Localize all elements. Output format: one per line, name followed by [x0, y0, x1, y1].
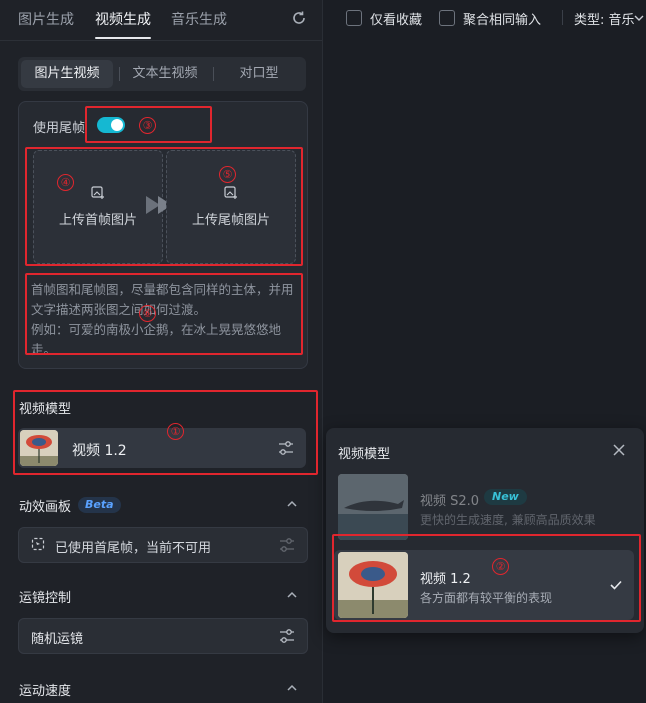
- tab-music-generation[interactable]: 音乐生成: [171, 9, 227, 29]
- motion-speed-title: 运动速度: [19, 684, 72, 699]
- annotation-box-uploads: [25, 147, 303, 266]
- mode-segmented-control: 图片生视频 文本生视频 对口型: [18, 57, 306, 91]
- model-option-name: 视频 S2.0: [420, 494, 480, 509]
- model-thumbnail: [338, 474, 408, 540]
- type-filter-dropdown[interactable]: 类型: 音乐: [574, 9, 635, 28]
- model-option-desc: 更快的生成速度, 兼顾高品质效果: [420, 513, 596, 527]
- annotation-box-description: [25, 273, 303, 355]
- popup-title: 视频模型: [338, 447, 391, 462]
- new-badge: New: [484, 489, 527, 505]
- annotation-number-4: ④: [57, 174, 74, 191]
- merge-same-input-label: 聚合相同输入: [463, 13, 542, 28]
- generation-tabs: 图片生成 视频生成 音乐生成: [0, 0, 322, 41]
- camera-control-value: 随机运镜: [31, 632, 84, 647]
- camera-control-title: 运镜控制: [19, 591, 72, 606]
- annotation-number-2: ②: [492, 558, 509, 575]
- tab-text-to-video[interactable]: 文本生视频: [119, 57, 211, 91]
- tab-image-to-video[interactable]: 图片生视频: [21, 60, 113, 88]
- chevron-up-icon[interactable]: [286, 589, 298, 601]
- annotation-number-6: ⑥: [139, 305, 156, 322]
- motion-board-status-text: 已使用首尾帧，当前不可用: [55, 541, 212, 556]
- camera-control-selector[interactable]: 随机运镜: [18, 618, 308, 654]
- annotation-box-model-option: [332, 534, 641, 622]
- favorites-only-checkbox[interactable]: [346, 10, 362, 26]
- model-option-s2[interactable]: 视频 S2.0 New 更快的生成速度, 兼顾高品质效果: [334, 472, 634, 542]
- chevron-up-icon[interactable]: [286, 498, 298, 510]
- motion-board-icon: [31, 537, 45, 551]
- annotation-number-1: ①: [167, 423, 184, 440]
- merge-same-input-checkbox[interactable]: [439, 10, 455, 26]
- chevron-up-icon[interactable]: [286, 682, 298, 694]
- favorites-only-label: 仅看收藏: [370, 13, 423, 28]
- annotation-number-5: ⑤: [219, 166, 236, 183]
- tab-lip-sync[interactable]: 对口型: [213, 57, 305, 91]
- use-tail-frame-label: 使用尾帧: [33, 121, 86, 136]
- refresh-icon[interactable]: [290, 9, 308, 27]
- close-icon[interactable]: [613, 444, 625, 456]
- beta-badge: Beta: [78, 497, 121, 513]
- settings-sliders-icon[interactable]: [279, 628, 295, 644]
- tab-image-generation[interactable]: 图片生成: [18, 9, 74, 29]
- motion-board-status: 已使用首尾帧，当前不可用: [18, 527, 308, 563]
- settings-sliders-icon: [280, 538, 294, 552]
- annotation-number-3: ③: [139, 117, 156, 134]
- motion-board-title: 动效画板: [19, 500, 72, 515]
- tab-video-generation[interactable]: 视频生成: [95, 9, 151, 39]
- annotation-box-video-model: [13, 390, 318, 475]
- chevron-down-icon[interactable]: [634, 13, 644, 23]
